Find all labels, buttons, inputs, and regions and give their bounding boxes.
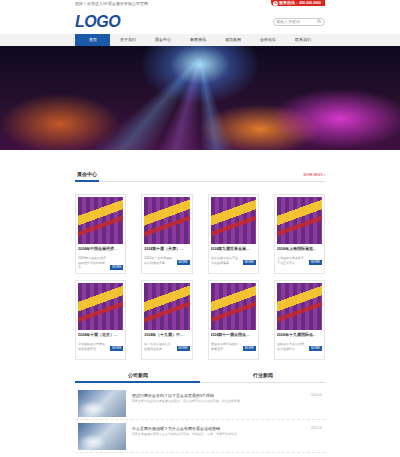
news-list: 想进行商务会务吗？以下是会议发展的5个理由商务会务对企业发展有着重要的意义，通过… — [75, 387, 325, 453]
banner-image — [0, 46, 400, 150]
exhibition-grid: 2024年中国会展经济...2024年中国会展经济国际合作论坛即将举办MORE2… — [75, 194, 325, 360]
card-image — [144, 197, 189, 244]
card-image — [211, 197, 256, 244]
phone-icon — [273, 1, 278, 6]
card-title[interactable]: 2024第十届（天津）... — [144, 246, 189, 252]
news-item[interactable]: 想进行商务会务吗？以下是会议发展的5个理由商务会务对企业发展有着重要的意义，通过… — [75, 387, 325, 420]
exhibition-card[interactable]: 2024第十届（天津）... 2024第十届天津国际会展博览会开幕 MORE — [141, 194, 192, 274]
card-image — [78, 197, 123, 244]
exhibition-card[interactable]: 2024年上海国际展览... 上海国际展览会将于下月正式开展 MORE — [274, 194, 325, 274]
more-button[interactable]: MORE — [309, 260, 322, 265]
card-image — [211, 283, 256, 330]
news-date: 2024-05 — [300, 425, 322, 432]
nav-item[interactable]: 新闻资讯 — [180, 34, 215, 46]
card-desc: 上海国际展览会将于下月正式开展 — [277, 256, 305, 265]
card-desc: 第十九届中国会展论坛邀请函发布 — [144, 342, 172, 351]
card-title[interactable]: 2024第十一届全国会... — [211, 332, 256, 338]
card-image — [144, 283, 189, 330]
card-desc: 北京国际会展博览会报名通道开启 — [78, 342, 106, 351]
header: LOGO — [0, 9, 400, 34]
nav-item[interactable]: 联系我们 — [285, 34, 320, 46]
card-desc: 2024年中国会展经济国际合作论坛即将举办 — [78, 256, 106, 270]
news-title[interactable]: 什么是商务旅游呢？为什么会有商务展会活动营销 — [132, 425, 294, 432]
more-link[interactable]: MORE NEWS > — [304, 170, 325, 181]
card-title[interactable]: 2024年上海国际展览... — [277, 246, 322, 252]
more-button[interactable]: MORE — [243, 346, 256, 351]
news-tab[interactable]: 公司新闻 — [75, 369, 200, 383]
exhibition-card[interactable]: 2024第十一届全国会... 全国会展研讨会在京隆重召开 MORE — [208, 280, 259, 360]
nav-item[interactable]: 合作伙伴 — [250, 34, 285, 46]
section-header: 展会中心 MORE NEWS > — [75, 170, 325, 182]
main-nav: 首页关于我们展会中心新闻资讯成功案例合作伙伴联系我们 — [0, 34, 400, 46]
news-desc: 商务旅游是指以商务为主要目的的旅行活动，包括会议、展览、考察等多种形式 — [132, 432, 294, 437]
card-title[interactable]: 2024年中国会展经济... — [78, 246, 123, 252]
news-tab[interactable]: 行业新闻 — [200, 369, 325, 383]
news-thumb — [78, 390, 126, 417]
more-button[interactable]: MORE — [177, 346, 190, 351]
more-button[interactable]: MORE — [110, 346, 123, 351]
phone-glyph-icon — [274, 1, 278, 5]
search-input[interactable] — [276, 19, 317, 25]
card-title[interactable]: 2024年十届（北京）... — [78, 332, 123, 338]
card-image — [277, 197, 322, 244]
exhibition-card[interactable]: 2024年十九届国际会... 国际会展大会展位预定火热进行中 MORE — [274, 280, 325, 360]
exhibition-card[interactable]: 2024年中国会展经济... 2024年中国会展经济国际合作论坛即将举办 MORE — [75, 194, 126, 274]
card-desc: 国际会展大会展位预定火热进行中 — [277, 342, 305, 351]
nav-item[interactable]: 首页 — [75, 34, 110, 46]
card-title[interactable]: 2024年十九届国际会... — [277, 332, 322, 338]
news-tabs: 公司新闻行业新闻 — [75, 369, 325, 383]
hotline-text: 服务热线：400-000-0000 — [279, 0, 321, 6]
more-button[interactable]: MORE — [309, 346, 322, 351]
card-title[interactable]: 2024第九届世界会展... — [211, 246, 256, 252]
exhibition-card[interactable]: 2024年十届（北京）... 北京国际会展博览会报名通道开启 MORE — [75, 280, 126, 360]
more-button[interactable]: MORE — [110, 265, 123, 270]
top-bar: 您好！欢迎进入XX展会服务有限公司官网 服务热线：400-000-0000 — [0, 0, 400, 9]
card-image — [277, 283, 322, 330]
card-title[interactable]: 2024年（十九届）中... — [144, 332, 189, 338]
section-title: 展会中心 — [75, 169, 99, 182]
hotline: 服务热线：400-000-0000 — [271, 0, 325, 6]
more-button[interactable]: MORE — [177, 260, 190, 265]
news-thumb — [78, 423, 126, 450]
exhibition-section: 展会中心MORE NEWS >2024年中国会展经济...2024年中国会展经济… — [75, 170, 325, 453]
card-desc: 全国会展研讨会在京隆重召开 — [211, 342, 239, 351]
exhibition-card[interactable]: 2024第九届世界会展... 第九届世界会展产业大会圆满落幕 MORE — [208, 194, 259, 274]
nav-item[interactable]: 展会中心 — [145, 34, 180, 46]
welcome-text: 您好！欢迎进入XX展会服务有限公司官网 — [75, 0, 148, 8]
card-desc: 第九届世界会展产业大会圆满落幕 — [211, 256, 239, 265]
card-desc: 2024第十届天津国际会展博览会开幕 — [144, 256, 172, 265]
search-icon — [317, 19, 322, 24]
news-item[interactable]: 什么是商务旅游呢？为什么会有商务展会活动营销商务旅游是指以商务为主要目的的旅行活… — [75, 420, 325, 453]
logo[interactable]: LOGO — [75, 13, 120, 31]
nav-item[interactable]: 关于我们 — [110, 34, 145, 46]
search-box[interactable] — [273, 18, 325, 26]
card-image — [78, 283, 123, 330]
exhibition-card[interactable]: 2024年（十九届）中... 第十九届中国会展论坛邀请函发布 MORE — [141, 280, 192, 360]
nav-item[interactable]: 成功案例 — [215, 34, 250, 46]
news-date: 2024-05 — [300, 392, 322, 399]
news-desc: 商务会务对企业发展有着重要的意义，通过会务可以展示企业形象、拓展业务渠道 — [132, 399, 294, 404]
more-button[interactable]: MORE — [243, 260, 256, 265]
news-title[interactable]: 想进行商务会务吗？以下是会议发展的5个理由 — [132, 392, 294, 399]
